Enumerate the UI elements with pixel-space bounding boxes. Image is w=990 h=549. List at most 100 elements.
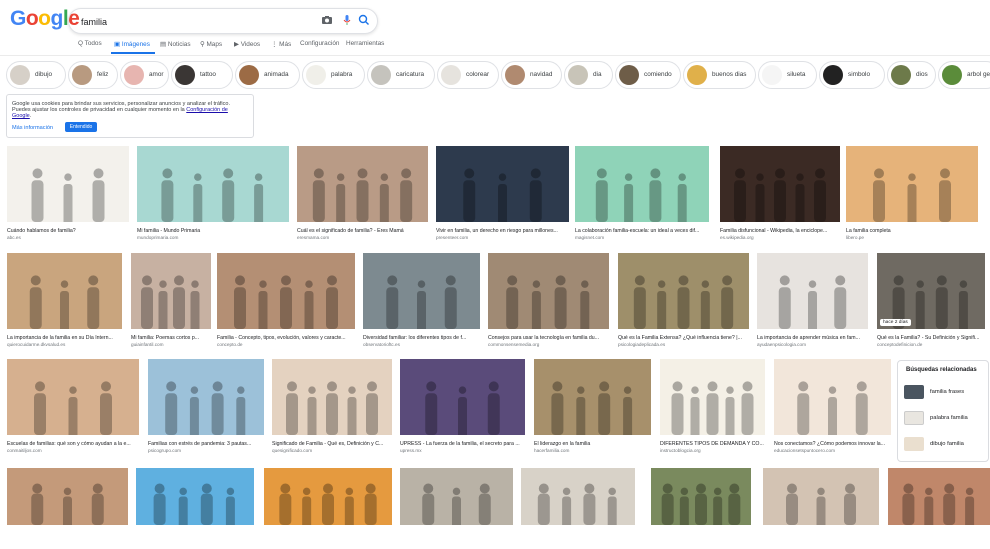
result-thumbnail[interactable]: [7, 146, 129, 222]
image-result[interactable]: [521, 468, 635, 549]
chip-simbolo[interactable]: simbolo: [819, 61, 885, 89]
chip-navidad[interactable]: navidad: [501, 61, 562, 89]
image-result[interactable]: hace 2 días Qué es la Familia? - Su Defin…: [877, 253, 985, 353]
image-result[interactable]: Mi familia - Mundo Primaria mundoprimaria…: [137, 146, 289, 246]
image-result[interactable]: El liderazgo en la familia hacerfamilia.c…: [534, 359, 651, 459]
image-result[interactable]: [888, 468, 990, 549]
image-result[interactable]: La colaboración familia-escuela: un idea…: [575, 146, 709, 246]
image-result[interactable]: Mi familia: Poemas cortos p... guiainfant…: [131, 253, 211, 353]
image-result[interactable]: [763, 468, 879, 549]
chip-silueta[interactable]: silueta: [758, 61, 817, 89]
result-thumbnail[interactable]: [774, 359, 891, 435]
tab-configuracion[interactable]: Configuración: [300, 40, 339, 47]
chip-colorear[interactable]: colorear: [437, 61, 499, 89]
chip-dibujo[interactable]: dibujo: [6, 61, 66, 89]
image-result[interactable]: Nos conectamos? ¿Cómo podemos innovar la…: [774, 359, 891, 459]
result-title[interactable]: Familia - Concepto, tipos, evolución, va…: [217, 335, 355, 341]
result-title[interactable]: Familia disfuncional - Wikipedia, la enc…: [720, 228, 840, 234]
result-thumbnail[interactable]: [534, 359, 651, 435]
chip-arbol-ge[interactable]: arbol ge: [938, 61, 990, 89]
image-result[interactable]: Cuándo hablamos de familia? abc.es: [7, 146, 129, 246]
chip-amor[interactable]: amor: [120, 61, 169, 89]
accept-cookies-button[interactable]: Entendido: [65, 122, 97, 132]
more-info-link[interactable]: Más información: [12, 125, 53, 131]
result-thumbnail[interactable]: [651, 468, 751, 525]
result-title[interactable]: Cuándo hablamos de familia?: [7, 228, 129, 234]
result-thumbnail[interactable]: [7, 359, 139, 435]
result-title[interactable]: Qué es la Familia? - Su Definición y Sig…: [877, 335, 985, 341]
result-thumbnail[interactable]: [297, 146, 428, 222]
microphone-icon[interactable]: [340, 13, 354, 27]
result-thumbnail[interactable]: [217, 253, 355, 329]
result-thumbnail[interactable]: [618, 253, 749, 329]
chip-animada[interactable]: animada: [235, 61, 300, 89]
result-title[interactable]: La familia completa: [846, 228, 978, 234]
chip-caricatura[interactable]: caricatura: [367, 61, 435, 89]
result-thumbnail[interactable]: [272, 359, 392, 435]
result-title[interactable]: Mi familia: Poemas cortos p...: [131, 335, 211, 341]
tab-noticias[interactable]: ▤ Noticias: [160, 40, 191, 48]
result-thumbnail[interactable]: [136, 468, 254, 525]
image-result[interactable]: Significado de Familia - Qué es, Definic…: [272, 359, 392, 459]
tab-todos[interactable]: Q Todos: [78, 40, 102, 47]
chip-tattoo[interactable]: tattoo: [171, 61, 233, 89]
result-title[interactable]: El liderazgo en la familia: [534, 441, 651, 447]
tab-maps[interactable]: ⚲ Maps: [200, 40, 222, 48]
result-thumbnail[interactable]: [148, 359, 264, 435]
result-thumbnail[interactable]: [888, 468, 990, 525]
result-thumbnail[interactable]: [660, 359, 765, 435]
result-title[interactable]: La importancia de aprender música en fam…: [757, 335, 868, 341]
related-item[interactable]: familia frases: [904, 383, 984, 401]
tab-mas[interactable]: ⋮ Más: [271, 40, 291, 48]
result-thumbnail[interactable]: [363, 253, 480, 329]
camera-icon[interactable]: [320, 13, 334, 27]
result-title[interactable]: Escuelas de familias: qué son y cómo ayu…: [7, 441, 139, 447]
chip-comiendo[interactable]: comiendo: [615, 61, 681, 89]
result-title[interactable]: Nos conectamos? ¿Cómo podemos innovar la…: [774, 441, 891, 447]
result-title[interactable]: Cuál es el significado de familia? - Ere…: [297, 228, 428, 234]
image-result[interactable]: UPRESS - La fuerza de la familia, el sec…: [400, 359, 525, 459]
image-result[interactable]: Cuál es el significado de familia? - Ere…: [297, 146, 428, 246]
result-title[interactable]: Diversidad familiar: los diferentes tipo…: [363, 335, 480, 341]
result-thumbnail[interactable]: [521, 468, 635, 525]
image-result[interactable]: La importancia de la familia en su Día I…: [7, 253, 122, 353]
chip-dia[interactable]: dia: [564, 61, 613, 89]
result-thumbnail[interactable]: [720, 146, 840, 222]
image-result[interactable]: Consejos para usar la tecnología en fami…: [488, 253, 609, 353]
result-title[interactable]: Significado de Familia - Qué es, Definic…: [272, 441, 392, 447]
related-item[interactable]: palabra familia: [904, 409, 984, 427]
image-result[interactable]: [7, 468, 128, 549]
image-result[interactable]: La familia completa libero.pe: [846, 146, 978, 246]
result-thumbnail[interactable]: [757, 253, 868, 329]
image-result[interactable]: Diversidad familiar: los diferentes tipo…: [363, 253, 480, 353]
image-result[interactable]: Familias con estrés de pandemia: 3 pauta…: [148, 359, 264, 459]
image-result[interactable]: Familia - Concepto, tipos, evolución, va…: [217, 253, 355, 353]
search-input[interactable]: [79, 13, 303, 31]
result-thumbnail[interactable]: [763, 468, 879, 525]
chip-buenos-dias[interactable]: buenos dias: [683, 61, 756, 89]
tab-videos[interactable]: ▶ Videos: [234, 40, 260, 48]
result-title[interactable]: Consejos para usar la tecnología en fami…: [488, 335, 609, 341]
result-thumbnail[interactable]: [400, 359, 525, 435]
result-title[interactable]: DIFERENTES TIPOS DE DEMANDA Y CO...: [660, 441, 765, 447]
result-title[interactable]: La colaboración familia-escuela: un idea…: [575, 228, 709, 234]
result-thumbnail[interactable]: [846, 146, 978, 222]
tab-herramientas[interactable]: Herramientas: [346, 40, 384, 47]
image-result[interactable]: Qué es la Familia Extensa? ¿Qué influenc…: [618, 253, 749, 353]
search-icon[interactable]: [357, 13, 371, 27]
result-thumbnail[interactable]: [488, 253, 609, 329]
result-thumbnail[interactable]: [131, 253, 211, 329]
result-title[interactable]: Mi familia - Mundo Primaria: [137, 228, 289, 234]
image-result[interactable]: La importancia de aprender música en fam…: [757, 253, 868, 353]
image-result[interactable]: [264, 468, 392, 549]
image-result[interactable]: Vivir en familia, un derecho en riesgo p…: [436, 146, 569, 246]
image-result[interactable]: [651, 468, 751, 549]
result-thumbnail[interactable]: [7, 468, 128, 525]
result-thumbnail[interactable]: [264, 468, 392, 525]
image-result[interactable]: Escuelas de familias: qué son y cómo ayu…: [7, 359, 139, 459]
image-result[interactable]: Familia disfuncional - Wikipedia, la enc…: [720, 146, 840, 246]
result-thumbnail[interactable]: [137, 146, 289, 222]
result-thumbnail[interactable]: [575, 146, 709, 222]
result-title[interactable]: La importancia de la familia en su Día I…: [7, 335, 122, 341]
result-title[interactable]: Vivir en familia, un derecho en riesgo p…: [436, 228, 569, 234]
